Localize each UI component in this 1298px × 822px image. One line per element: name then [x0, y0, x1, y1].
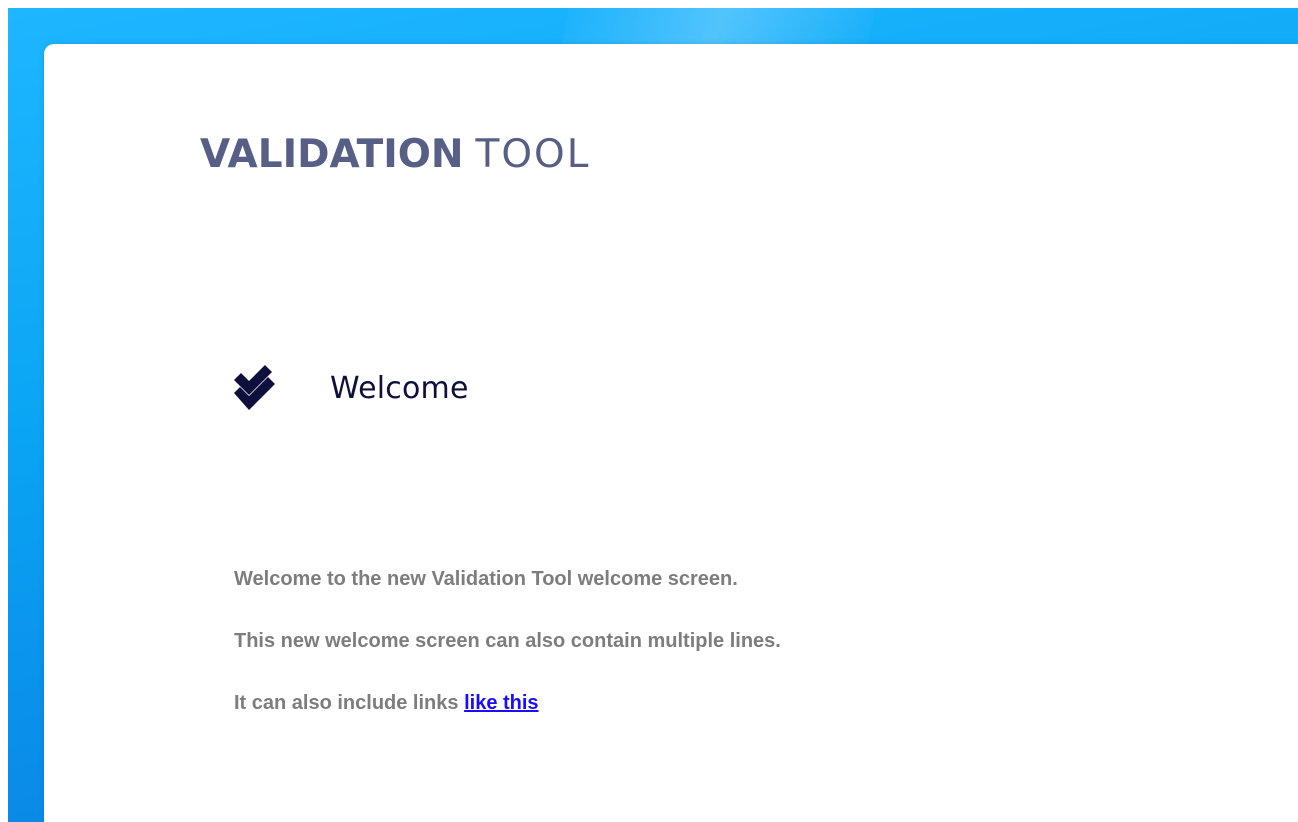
- welcome-messages: Welcome to the new Validation Tool welco…: [234, 566, 781, 752]
- welcome-window: VALIDATION TOOL Welcome Welcome to the n…: [44, 44, 1298, 822]
- message-line-3-text: It can also include links: [234, 692, 465, 714]
- message-line-1: Welcome to the new Validation Tool welco…: [234, 568, 738, 590]
- message-line-2: This new welcome screen can also contain…: [234, 630, 781, 652]
- message-line-3: It can also include links like this: [234, 690, 781, 716]
- logo-text-light: TOOL: [475, 132, 591, 177]
- like-this-link[interactable]: like this: [464, 692, 538, 714]
- logo-text-strong: VALIDATION: [200, 132, 464, 177]
- welcome-title: Welcome: [330, 370, 469, 406]
- welcome-header: Welcome: [230, 362, 469, 414]
- double-check-icon: [230, 362, 282, 414]
- app-logo: VALIDATION TOOL: [200, 132, 590, 182]
